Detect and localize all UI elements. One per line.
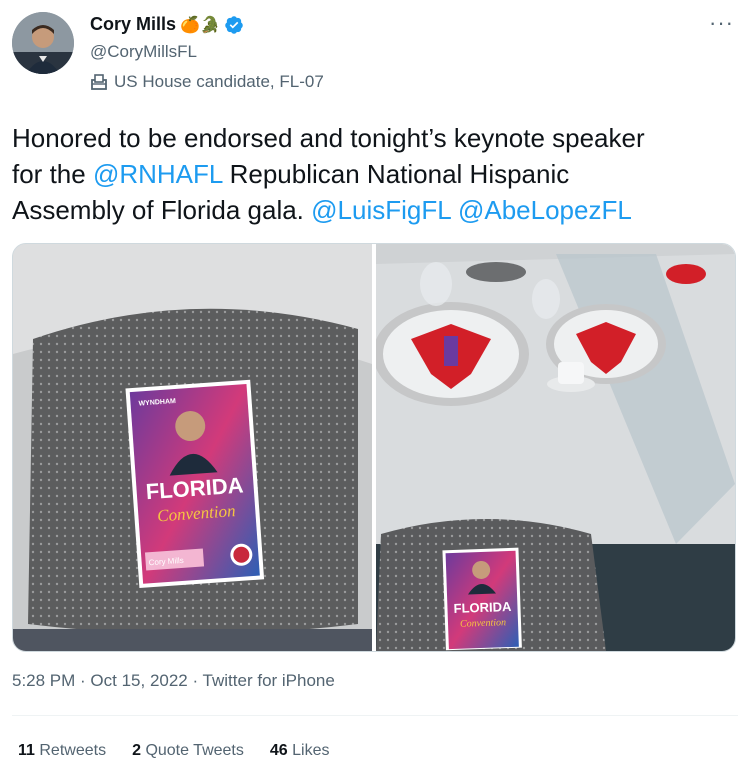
tweet-text-mid: Republican National Hispanic [222, 159, 570, 189]
retweets-label: Retweets [39, 742, 107, 759]
ballot-box-icon [91, 74, 107, 90]
author-name-row: Cory Mills 🍊🐊 [90, 14, 244, 35]
retweets-stat[interactable]: 11 Retweets [18, 742, 106, 760]
account-label-text: US House candidate, FL-07 [114, 72, 324, 91]
likes-stat[interactable]: 46 Likes [270, 742, 330, 760]
mention-luisfigfl[interactable]: @LuisFigFL [311, 195, 451, 225]
photo-table-setting[interactable]: FLORIDA Convention [375, 244, 736, 651]
quote-tweets-label: Quote Tweets [145, 742, 244, 759]
photo-program-on-chair[interactable]: WYNDHAM FLORIDA Convention Cory Mills [13, 244, 373, 651]
more-options-icon[interactable]: ··· [709, 10, 734, 36]
retweets-count: 11 [18, 742, 35, 759]
tweet-text-line1: Honored to be endorsed and tonight’s key… [12, 123, 645, 153]
tweet-text-assembly: Assembly of Florida gala. [12, 195, 312, 225]
quote-tweets-stat[interactable]: 2 Quote Tweets [132, 742, 244, 760]
mention-abelopezfl[interactable]: @AbeLopezFL [458, 195, 632, 225]
tweet-text-space [451, 195, 458, 225]
author-handle[interactable]: @CoryMillsFL [90, 42, 197, 62]
avatar[interactable] [12, 12, 74, 74]
program-convention-right: Convention [459, 617, 505, 630]
quote-tweets-count: 2 [132, 742, 141, 759]
media-grid: WYNDHAM FLORIDA Convention Cory Mills FL… [12, 243, 736, 652]
tweet-text: Honored to be endorsed and tonight’s key… [12, 120, 738, 228]
program-florida-right: FLORIDA [453, 599, 512, 616]
account-label: US House candidate, FL-07 [90, 72, 324, 92]
verified-badge-icon [225, 15, 243, 34]
tweet-text-for: for the [12, 159, 93, 189]
likes-label: Likes [292, 742, 330, 759]
engagement-stats: 11 Retweets 2 Quote Tweets 46 Likes [18, 742, 329, 760]
mention-rnhafl[interactable]: @RNHAFL [93, 159, 222, 189]
author-name[interactable]: Cory Mills [90, 14, 176, 35]
tweet-card: Cory Mills 🍊🐊 @CoryMillsFL US House cand… [0, 0, 750, 783]
tweet-timestamp[interactable]: 5:28 PM · Oct 15, 2022 · Twitter for iPh… [12, 671, 335, 691]
likes-count: 46 [269, 742, 288, 759]
divider [12, 715, 738, 716]
emoji-badges: 🍊🐊 [180, 16, 220, 34]
